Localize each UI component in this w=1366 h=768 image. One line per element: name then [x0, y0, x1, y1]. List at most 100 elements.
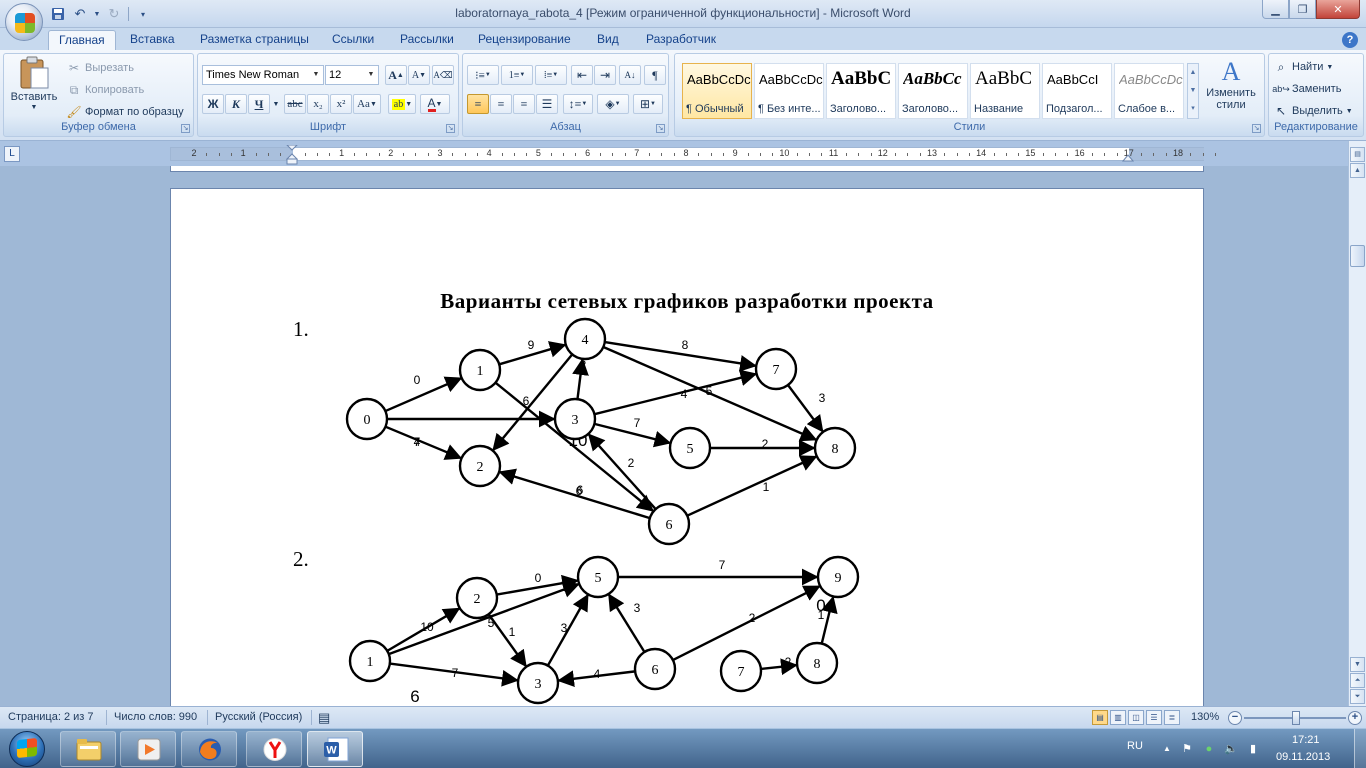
underline-dropdown-icon[interactable]: ▼ [271, 94, 281, 114]
office-button[interactable] [5, 3, 43, 41]
replace-button[interactable]: ab↪ Заменить [1272, 81, 1341, 97]
tab-references[interactable]: Ссылки [322, 30, 384, 50]
select-button[interactable]: ↖ Выделить ▼ [1273, 103, 1353, 119]
page-indicator[interactable]: Страница: 2 из 7 [8, 711, 94, 723]
strikethrough-button[interactable]: abc [284, 94, 306, 114]
style-heading-2[interactable]: AaBbCc Заголово... [898, 63, 968, 119]
tab-developer[interactable]: Разработчик [636, 30, 726, 50]
font-launcher-icon[interactable]: ↘ [446, 124, 455, 133]
paste-button[interactable]: Вставить ▼ [8, 56, 60, 118]
input-language[interactable]: RU [1127, 740, 1143, 752]
taskbar-media-player[interactable] [120, 731, 176, 767]
style-heading-1[interactable]: AaBbC Заголово... [826, 63, 896, 119]
print-layout-view-icon[interactable]: ▤ [1092, 710, 1108, 725]
grow-font-button[interactable]: A ▲ [385, 65, 407, 85]
paragraph-launcher-icon[interactable]: ↘ [656, 124, 665, 133]
style-subtle-emphasis[interactable]: AaBbCcDc Слабое в... [1114, 63, 1184, 119]
battery-icon[interactable]: ▮ [1246, 742, 1260, 756]
subscript-button[interactable]: x₂ [307, 94, 329, 114]
word-count[interactable]: Число слов: 990 [114, 711, 197, 723]
align-right-button[interactable]: ≡ [513, 94, 535, 114]
close-button[interactable]: ✕ [1316, 0, 1360, 19]
increase-indent-button[interactable]: ⇥ [594, 65, 616, 85]
scroll-up-icon[interactable]: ▲ [1188, 64, 1198, 82]
scroll-up-icon[interactable]: ▲ [1350, 163, 1365, 178]
document-page[interactable]: Варианты сетевых графиков разработки про… [170, 188, 1204, 706]
clear-formatting-button[interactable]: A⌫ [432, 65, 454, 85]
highlight-button[interactable]: ab ▼ [388, 94, 416, 114]
action-center-icon[interactable]: ⚑ [1180, 742, 1194, 756]
volume-icon[interactable]: 🔈 [1224, 742, 1238, 756]
spelling-check-icon[interactable]: ▤ [318, 710, 330, 726]
clock-time[interactable]: 17:21 [1292, 734, 1320, 746]
find-button[interactable]: ⌕ Найти ▼ [1273, 59, 1334, 75]
borders-button[interactable]: ⊞ ▼ [633, 94, 663, 114]
italic-button[interactable]: К [225, 94, 247, 114]
line-spacing-button[interactable]: ↕≡ ▼ [563, 94, 593, 114]
help-icon[interactable]: ? [1342, 32, 1358, 48]
superscript-button[interactable]: x² [330, 94, 352, 114]
scroll-down-icon[interactable]: ▼ [1350, 657, 1365, 672]
style-no-spacing[interactable]: AaBbCcDc ¶ Без инте... [754, 63, 824, 119]
tab-view[interactable]: Вид [587, 30, 629, 50]
right-indent-marker-icon[interactable] [1122, 154, 1134, 162]
language-indicator[interactable]: Русский (Россия) [215, 711, 302, 723]
more-styles-icon[interactable]: ▾ [1188, 100, 1198, 118]
ruler-toggle-icon[interactable]: ▤ [1350, 147, 1365, 162]
show-hidden-icons-icon[interactable]: ▲ [1160, 742, 1174, 756]
cut-button[interactable]: ✂ Вырезать [66, 60, 134, 76]
style-subtitle[interactable]: AaBbCcI Подзагол... [1042, 63, 1112, 119]
tab-page-layout[interactable]: Разметка страницы [190, 30, 319, 50]
taskbar-firefox[interactable] [181, 731, 237, 767]
taskbar-yandex[interactable] [246, 731, 302, 767]
align-left-button[interactable]: ≡ [467, 94, 489, 114]
shrink-font-button[interactable]: A ▼ [408, 65, 430, 85]
scroll-down-icon[interactable]: ▼ [1188, 82, 1198, 100]
bold-button[interactable]: Ж [202, 94, 224, 114]
tab-insert[interactable]: Вставка [120, 30, 185, 50]
styles-scroll[interactable]: ▲ ▼ ▾ [1187, 63, 1199, 119]
minimize-button[interactable]: ▁ [1262, 0, 1289, 19]
start-button[interactable] [3, 729, 51, 768]
tab-mailings[interactable]: Рассылки [390, 30, 464, 50]
next-page-icon[interactable]: ⏷ [1350, 689, 1365, 704]
font-color-button[interactable]: A ▼ [420, 94, 450, 114]
tab-home[interactable]: Главная [48, 30, 116, 50]
indent-marker-icon[interactable] [286, 145, 298, 165]
zoom-slider-thumb[interactable] [1292, 711, 1300, 725]
decrease-indent-button[interactable]: ⇤ [571, 65, 593, 85]
clock-date[interactable]: 09.11.2013 [1276, 751, 1330, 763]
change-case-button[interactable]: Aa ▼ [353, 94, 381, 114]
vertical-scrollbar[interactable]: ▤ ▲ ▼ ⏶ ⏷ [1348, 141, 1366, 706]
zoom-level[interactable]: 130% [1191, 711, 1219, 723]
style-normal[interactable]: AaBbCcDc ¶ Обычный [682, 63, 752, 119]
copy-button[interactable]: ⧉ Копировать [66, 82, 145, 98]
shading-button[interactable]: ◈ ▼ [597, 94, 629, 114]
show-desktop-button[interactable] [1354, 729, 1366, 768]
clipboard-launcher-icon[interactable]: ↘ [181, 124, 190, 133]
underline-button[interactable]: Ч [248, 94, 270, 114]
align-center-button[interactable]: ≡ [490, 94, 512, 114]
scrollbar-thumb[interactable] [1350, 245, 1365, 267]
zoom-in-icon[interactable]: + [1348, 711, 1362, 725]
taskbar-word[interactable]: W [307, 731, 363, 767]
tab-review[interactable]: Рецензирование [468, 30, 581, 50]
font-size-combo[interactable]: 12 ▼ [325, 65, 379, 85]
show-marks-button[interactable]: ¶ [644, 65, 666, 85]
numbering-button[interactable]: 1≡ ▼ [501, 65, 533, 85]
taskbar-explorer[interactable] [60, 731, 116, 767]
full-screen-reading-icon[interactable]: ▥ [1110, 710, 1126, 725]
horizontal-ruler[interactable]: 2 1 1 2 3 4 5 6 7 8 9 10 11 12 13 14 15 16 17 18 [170, 147, 1216, 161]
styles-launcher-icon[interactable]: ↘ [1252, 124, 1261, 133]
restore-button[interactable]: ❐ [1289, 0, 1316, 19]
sort-button[interactable]: A↓ [619, 65, 641, 85]
style-title[interactable]: AaBbC Название [970, 63, 1040, 119]
draft-view-icon[interactable]: ≣ [1164, 710, 1180, 725]
multilevel-list-button[interactable]: ⁞≡ ▼ [535, 65, 567, 85]
change-styles-button[interactable]: A Изменить стили [1203, 58, 1259, 112]
format-painter-button[interactable]: 🖌 Формат по образцу [66, 104, 183, 120]
web-layout-icon[interactable]: ◫ [1128, 710, 1144, 725]
font-name-combo[interactable]: Times New Roman ▼ [202, 65, 324, 85]
previous-page-icon[interactable]: ⏶ [1350, 673, 1365, 688]
outline-view-icon[interactable]: ☰ [1146, 710, 1162, 725]
